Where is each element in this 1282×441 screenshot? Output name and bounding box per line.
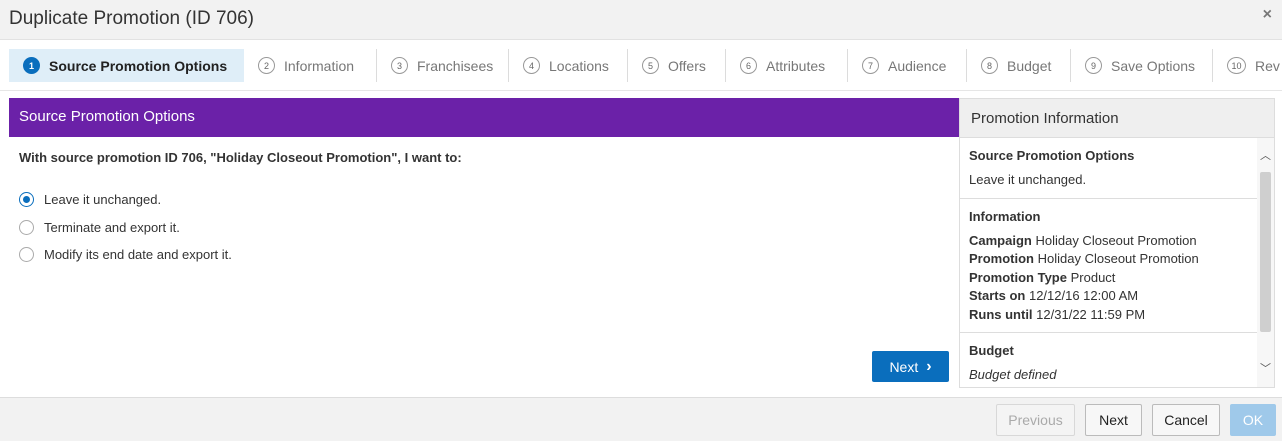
option-terminate-export[interactable]: Terminate and export it.	[19, 220, 180, 235]
step-number-badge: 1	[23, 57, 40, 74]
info-row-promotion: Promotion Holiday Closeout Promotion	[969, 250, 1249, 269]
previous-button[interactable]: Previous	[996, 404, 1075, 436]
source-options-panel: Source Promotion Options With source pro…	[9, 98, 959, 395]
row-value: Product	[1070, 269, 1116, 285]
radio-button-selected[interactable]	[19, 192, 34, 207]
section-value: Leave it unchanged.	[969, 172, 1087, 187]
step-divider	[508, 49, 509, 82]
option-leave-unchanged[interactable]: Leave it unchanged.	[19, 192, 161, 207]
step-divider	[1212, 49, 1213, 82]
step-label: Information	[284, 57, 355, 74]
step-divider	[1070, 49, 1071, 82]
info-panel-title: Promotion Information	[971, 110, 1119, 127]
info-section-budget: Budget Budget defined	[960, 333, 1258, 387]
section-title: Source Promotion Options	[969, 148, 1135, 163]
info-row-starts-on: Starts on 12/12/16 12:00 AM	[969, 287, 1249, 306]
step-label: Source Promotion Options	[49, 57, 228, 74]
cancel-button[interactable]: Cancel	[1152, 404, 1220, 436]
dialog-title-bar: Duplicate Promotion (ID 706) ×	[0, 0, 1282, 40]
info-panel-scrollbar[interactable]: ︿ ﹀	[1257, 138, 1274, 387]
section-title: Budget	[969, 343, 1014, 358]
row-value: Holiday Closeout Promotion	[1035, 232, 1197, 248]
row-value: 12/31/22 11:59 PM	[1036, 306, 1146, 322]
next-button-inline[interactable]: Next ›	[872, 351, 949, 382]
info-section-information: Information Campaign Holiday Closeout Pr…	[960, 199, 1258, 333]
step-audience[interactable]: 7 Audience	[862, 49, 946, 82]
step-number-badge: 2	[258, 57, 275, 74]
ok-button[interactable]: OK	[1230, 404, 1276, 436]
info-row-runs-until: Runs until 12/31/22 11:59 PM	[969, 306, 1249, 325]
step-number-badge: 7	[862, 57, 879, 74]
step-number-badge: 8	[981, 57, 998, 74]
close-icon[interactable]: ×	[1263, 6, 1272, 24]
next-button[interactable]: Next	[1085, 404, 1142, 436]
info-panel-header: Promotion Information	[960, 99, 1274, 138]
info-section-source: Source Promotion Options Leave it unchan…	[960, 138, 1258, 199]
step-label: Offers	[668, 57, 706, 74]
step-label: Budget	[1007, 57, 1052, 74]
source-question: With source promotion ID 706, "Holiday C…	[19, 150, 462, 165]
step-label: Attributes	[766, 57, 826, 74]
radio-button[interactable]	[19, 220, 34, 235]
step-save-options[interactable]: 9 Save Options	[1085, 49, 1195, 82]
option-modify-end-date[interactable]: Modify its end date and export it.	[19, 247, 232, 262]
step-budget[interactable]: 8 Budget	[981, 49, 1051, 82]
chevron-up-icon[interactable]: ︿	[1257, 148, 1274, 165]
step-divider	[627, 49, 628, 82]
step-number-badge: 6	[740, 57, 757, 74]
option-label: Terminate and export it.	[44, 220, 180, 235]
step-offers[interactable]: 5 Offers	[642, 49, 706, 82]
step-divider	[376, 49, 377, 82]
chevron-down-icon[interactable]: ﹀	[1257, 361, 1274, 378]
row-value: 12/12/16 12:00 AM	[1028, 288, 1139, 303]
step-attributes[interactable]: 6 Attributes	[740, 49, 825, 82]
scrollbar-thumb[interactable]	[1260, 172, 1271, 332]
step-number-badge: 10	[1227, 57, 1246, 74]
step-franchisees[interactable]: 3 Franchisees	[391, 49, 493, 82]
row-label: Promotion Type	[969, 269, 1067, 285]
step-label: Franchisees	[417, 57, 494, 74]
step-divider	[847, 49, 848, 82]
section-value: Budget defined	[969, 367, 1057, 382]
step-number-badge: 4	[523, 57, 540, 74]
row-value: Holiday Closeout Promotion	[1037, 251, 1199, 266]
panel-title: Source Promotion Options	[19, 108, 195, 125]
step-source-promotion-options[interactable]: 1 Source Promotion Options	[9, 49, 244, 82]
section-title: Information	[969, 208, 1041, 224]
promotion-info-panel: Promotion Information Source Promotion O…	[959, 98, 1275, 388]
chevron-right-icon: ›	[926, 357, 932, 375]
dialog-title: Duplicate Promotion (ID 706)	[9, 8, 254, 29]
step-information[interactable]: 2 Information	[258, 49, 354, 82]
step-label: Rev	[1255, 57, 1280, 74]
row-label: Runs until	[969, 306, 1033, 322]
info-row-promotion-type: Promotion Type Product	[969, 269, 1249, 288]
step-locations[interactable]: 4 Locations	[523, 49, 609, 82]
row-label: Starts on	[969, 288, 1026, 303]
option-label: Modify its end date and export it.	[44, 247, 232, 262]
info-panel-body[interactable]: Source Promotion Options Leave it unchan…	[960, 138, 1258, 387]
row-label: Campaign	[969, 232, 1032, 248]
dialog-footer: Previous Next Cancel OK	[0, 397, 1282, 441]
panel-header: Source Promotion Options	[9, 98, 959, 137]
step-number-badge: 3	[391, 57, 408, 74]
step-review[interactable]: 10 Rev	[1227, 49, 1282, 82]
step-number-badge: 9	[1085, 57, 1102, 74]
step-label: Audience	[888, 57, 947, 74]
info-row-campaign: Campaign Holiday Closeout Promotion	[969, 232, 1249, 251]
step-label: Save Options	[1111, 57, 1196, 74]
option-label: Leave it unchanged.	[44, 192, 162, 207]
next-label: Next	[889, 358, 919, 375]
row-label: Promotion	[969, 251, 1034, 266]
step-divider	[725, 49, 726, 82]
step-divider	[966, 49, 967, 82]
radio-button[interactable]	[19, 247, 34, 262]
step-label: Locations	[549, 57, 609, 74]
step-number-badge: 5	[642, 57, 659, 74]
wizard-steps: 1 Source Promotion Options 2 Information…	[0, 41, 1282, 91]
